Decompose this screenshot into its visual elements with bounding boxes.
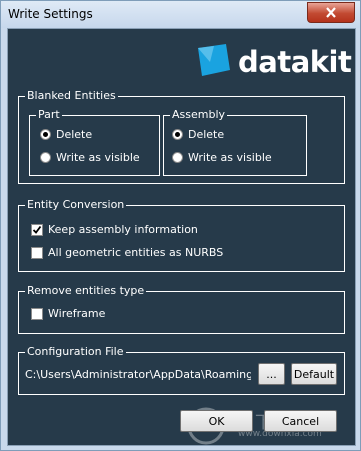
part-delete-radio[interactable]: Delete (40, 128, 92, 141)
checkbox-label: Wireframe (48, 307, 106, 320)
radio-label: Delete (188, 128, 225, 141)
dialog-body: datakit Blanked Entities Part Delete Wri… (7, 28, 356, 446)
radio-indicator[interactable] (40, 152, 51, 163)
radio-indicator[interactable] (172, 129, 183, 140)
part-legend: Part (36, 108, 62, 122)
entity-conversion-group: Entity Conversion Keep assembly informat… (18, 198, 345, 272)
radio-label: Delete (56, 128, 93, 141)
entity-conversion-legend: Entity Conversion (25, 198, 127, 212)
radio-label: Write as visible (56, 151, 140, 164)
checkmark-icon (32, 225, 42, 234)
configuration-file-legend: Configuration File (25, 345, 126, 359)
radio-label: Write as visible (188, 151, 272, 164)
cancel-button[interactable]: Cancel (264, 410, 337, 432)
radio-indicator[interactable] (172, 152, 183, 163)
radio-indicator[interactable] (40, 129, 51, 140)
part-write-visible-radio[interactable]: Write as visible (40, 151, 140, 164)
datakit-logo-icon (198, 44, 230, 76)
config-file-path: C:\Users\Administrator\AppData\Roaming\D… (25, 368, 251, 381)
datakit-logo: datakit (196, 44, 352, 84)
remove-entities-group: Remove entities type Wireframe (18, 284, 345, 334)
checkbox-label: All geometric entities as NURBS (48, 246, 224, 259)
assembly-write-visible-radio[interactable]: Write as visible (172, 151, 272, 164)
default-button[interactable]: Default (291, 363, 337, 385)
window-title: Write Settings (8, 7, 93, 21)
part-group: Part Delete Write as visible (29, 108, 160, 176)
close-button[interactable] (307, 2, 355, 23)
checkbox-indicator[interactable] (31, 307, 43, 320)
keep-assembly-checkbox[interactable]: Keep assembly information (31, 223, 198, 236)
checkbox-indicator[interactable] (31, 223, 43, 236)
configuration-file-group: Configuration File C:\Users\Administrato… (18, 345, 345, 395)
browse-button[interactable]: ... (258, 363, 285, 385)
blanked-entities-group: Blanked Entities Part Delete Write as vi… (18, 89, 345, 184)
assembly-delete-radio[interactable]: Delete (172, 128, 224, 141)
nurbs-checkbox[interactable]: All geometric entities as NURBS (31, 246, 223, 259)
ok-button[interactable]: OK (180, 410, 253, 432)
close-icon (326, 7, 336, 18)
wireframe-checkbox[interactable]: Wireframe (31, 307, 105, 320)
assembly-legend: Assembly (170, 108, 228, 122)
title-bar[interactable]: Write Settings (1, 1, 360, 28)
logo-text: datakit (238, 45, 352, 79)
blanked-entities-legend: Blanked Entities (25, 89, 118, 103)
checkbox-indicator[interactable] (31, 246, 43, 259)
assembly-group: Assembly Delete Write as visible (163, 108, 307, 176)
checkbox-label: Keep assembly information (48, 223, 198, 236)
write-settings-window: Write Settings datakit Blanked Entities … (0, 0, 361, 451)
remove-entities-legend: Remove entities type (25, 284, 147, 298)
